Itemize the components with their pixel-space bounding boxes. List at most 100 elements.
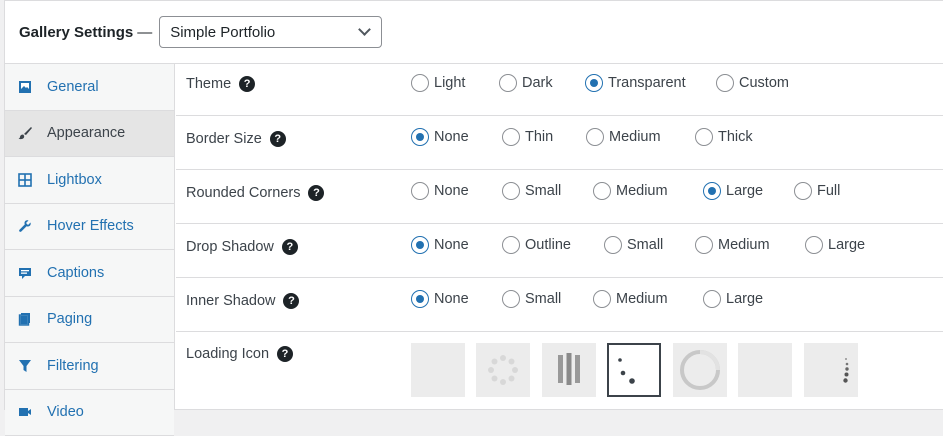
radio-button[interactable] [805, 236, 823, 254]
inner-shadow-option-medium[interactable]: Medium [593, 290, 668, 308]
sidebar-item-hover-effects[interactable]: Hover Effects [5, 204, 174, 251]
radio-button[interactable] [593, 182, 611, 200]
loading-icon-option-dots-circle[interactable] [476, 343, 530, 397]
help-icon[interactable]: ? [308, 185, 324, 201]
rounded-corners-option-medium[interactable]: Medium [593, 182, 668, 200]
help-icon[interactable]: ? [239, 76, 255, 92]
settings-sidebar: General Appearance Lightbox Hover Effect… [5, 64, 175, 409]
sidebar-item-filtering[interactable]: Filtering [5, 343, 174, 390]
radio-button[interactable] [502, 128, 520, 146]
option-label: Medium [616, 291, 668, 307]
radio-button[interactable] [502, 290, 520, 308]
radio-button[interactable] [794, 182, 812, 200]
drop-shadow-label-text: Drop Shadow [186, 239, 274, 255]
radio-button[interactable] [502, 236, 520, 254]
rounded-corners-option-none[interactable]: None [411, 182, 469, 200]
option-label: Small [627, 237, 663, 253]
sidebar-item-captions[interactable]: Captions [5, 250, 174, 297]
rounded-corners-option-small[interactable]: Small [502, 182, 561, 200]
drop-shadow-option-large[interactable]: Large [805, 236, 865, 254]
option-label: Full [817, 183, 840, 199]
drop-shadow-option-medium[interactable]: Medium [695, 236, 770, 254]
loading-icon-option-trail-dots[interactable] [607, 343, 661, 397]
sidebar-item-paging[interactable]: Paging [5, 297, 174, 344]
radio-button[interactable] [502, 182, 520, 200]
radio-button[interactable] [703, 182, 721, 200]
border-size-option-none[interactable]: None [411, 128, 469, 146]
loading-icon-option-ring[interactable] [673, 343, 727, 397]
option-label: None [434, 129, 469, 145]
option-label: Large [726, 291, 763, 307]
option-label: Outline [525, 237, 571, 253]
theme-label: Theme ? [186, 76, 255, 92]
loading-icon-option-blank[interactable] [738, 343, 792, 397]
border-size-label: Border Size ? [186, 131, 286, 147]
sidebar-item-label: Appearance [47, 125, 125, 141]
radio-button[interactable] [411, 128, 429, 146]
border-size-option-thin[interactable]: Thin [502, 128, 553, 146]
radio-button[interactable] [411, 236, 429, 254]
inner-shadow-option-none[interactable]: None [411, 290, 469, 308]
radio-button[interactable] [411, 74, 429, 92]
sidebar-item-lightbox[interactable]: Lightbox [5, 157, 174, 204]
radio-button[interactable] [593, 290, 611, 308]
loading-icon-option-bars[interactable] [542, 343, 596, 397]
drop-shadow-option-outline[interactable]: Outline [502, 236, 571, 254]
help-icon[interactable]: ? [277, 346, 293, 362]
radio-button[interactable] [604, 236, 622, 254]
theme-option-custom[interactable]: Custom [716, 74, 789, 92]
rounded-corners-option-large[interactable]: Large [703, 182, 763, 200]
theme-option-transparent[interactable]: Transparent [585, 74, 686, 92]
rounded-corners-row: Rounded Corners ? None Small Medium Larg… [176, 170, 943, 224]
option-label: None [434, 183, 469, 199]
drop-shadow-row: Drop Shadow ? None Outline Small Medium … [176, 224, 943, 278]
border-size-option-thick[interactable]: Thick [695, 128, 753, 146]
radio-button[interactable] [716, 74, 734, 92]
radio-button[interactable] [585, 74, 603, 92]
video-icon [17, 404, 33, 420]
template-select[interactable]: Simple Portfolio [159, 16, 382, 48]
rounded-corners-label-text: Rounded Corners [186, 185, 300, 201]
sidebar-item-general[interactable]: General [5, 64, 174, 111]
template-select-value: Simple Portfolio [170, 24, 275, 41]
sidebar-item-label: Lightbox [47, 172, 102, 188]
trail-dots-icon [609, 345, 659, 395]
option-label: Light [434, 75, 465, 91]
loading-icon-option-none[interactable] [411, 343, 465, 397]
theme-option-light[interactable]: Light [411, 74, 465, 92]
inner-shadow-label: Inner Shadow ? [186, 293, 299, 309]
gallery-settings-panel: Gallery Settings — Simple Portfolio Gene… [4, 0, 943, 410]
drop-shadow-option-none[interactable]: None [411, 236, 469, 254]
settings-content: Theme ? Light Dark Transparent Custom Bo… [176, 64, 943, 409]
theme-option-dark[interactable]: Dark [499, 74, 553, 92]
sidebar-item-appearance[interactable]: Appearance [5, 111, 174, 158]
help-icon[interactable]: ? [282, 239, 298, 255]
help-icon[interactable]: ? [270, 131, 286, 147]
option-label: Dark [522, 75, 553, 91]
help-icon[interactable]: ? [283, 293, 299, 309]
border-size-option-medium[interactable]: Medium [586, 128, 661, 146]
rounded-corners-option-full[interactable]: Full [794, 182, 840, 200]
sidebar-item-label: Paging [47, 311, 92, 327]
page-title: Gallery Settings [19, 24, 133, 41]
sidebar-item-video[interactable]: Video [5, 390, 174, 436]
blank-icon [738, 343, 792, 397]
inner-shadow-option-small[interactable]: Small [502, 290, 561, 308]
drop-shadow-option-small[interactable]: Small [604, 236, 663, 254]
inner-shadow-option-large[interactable]: Large [703, 290, 763, 308]
loading-icon-option-vertical-dots[interactable] [804, 343, 858, 397]
option-label: None [434, 291, 469, 307]
theme-label-text: Theme [186, 76, 231, 92]
radio-button[interactable] [695, 128, 713, 146]
option-label: Small [525, 291, 561, 307]
radio-button[interactable] [695, 236, 713, 254]
radio-button[interactable] [499, 74, 517, 92]
drop-shadow-label: Drop Shadow ? [186, 239, 298, 255]
dots-circle-icon [476, 343, 530, 397]
filter-icon [17, 358, 33, 374]
radio-button[interactable] [411, 290, 429, 308]
radio-button[interactable] [586, 128, 604, 146]
radio-button[interactable] [411, 182, 429, 200]
image-icon [17, 79, 33, 95]
radio-button[interactable] [703, 290, 721, 308]
